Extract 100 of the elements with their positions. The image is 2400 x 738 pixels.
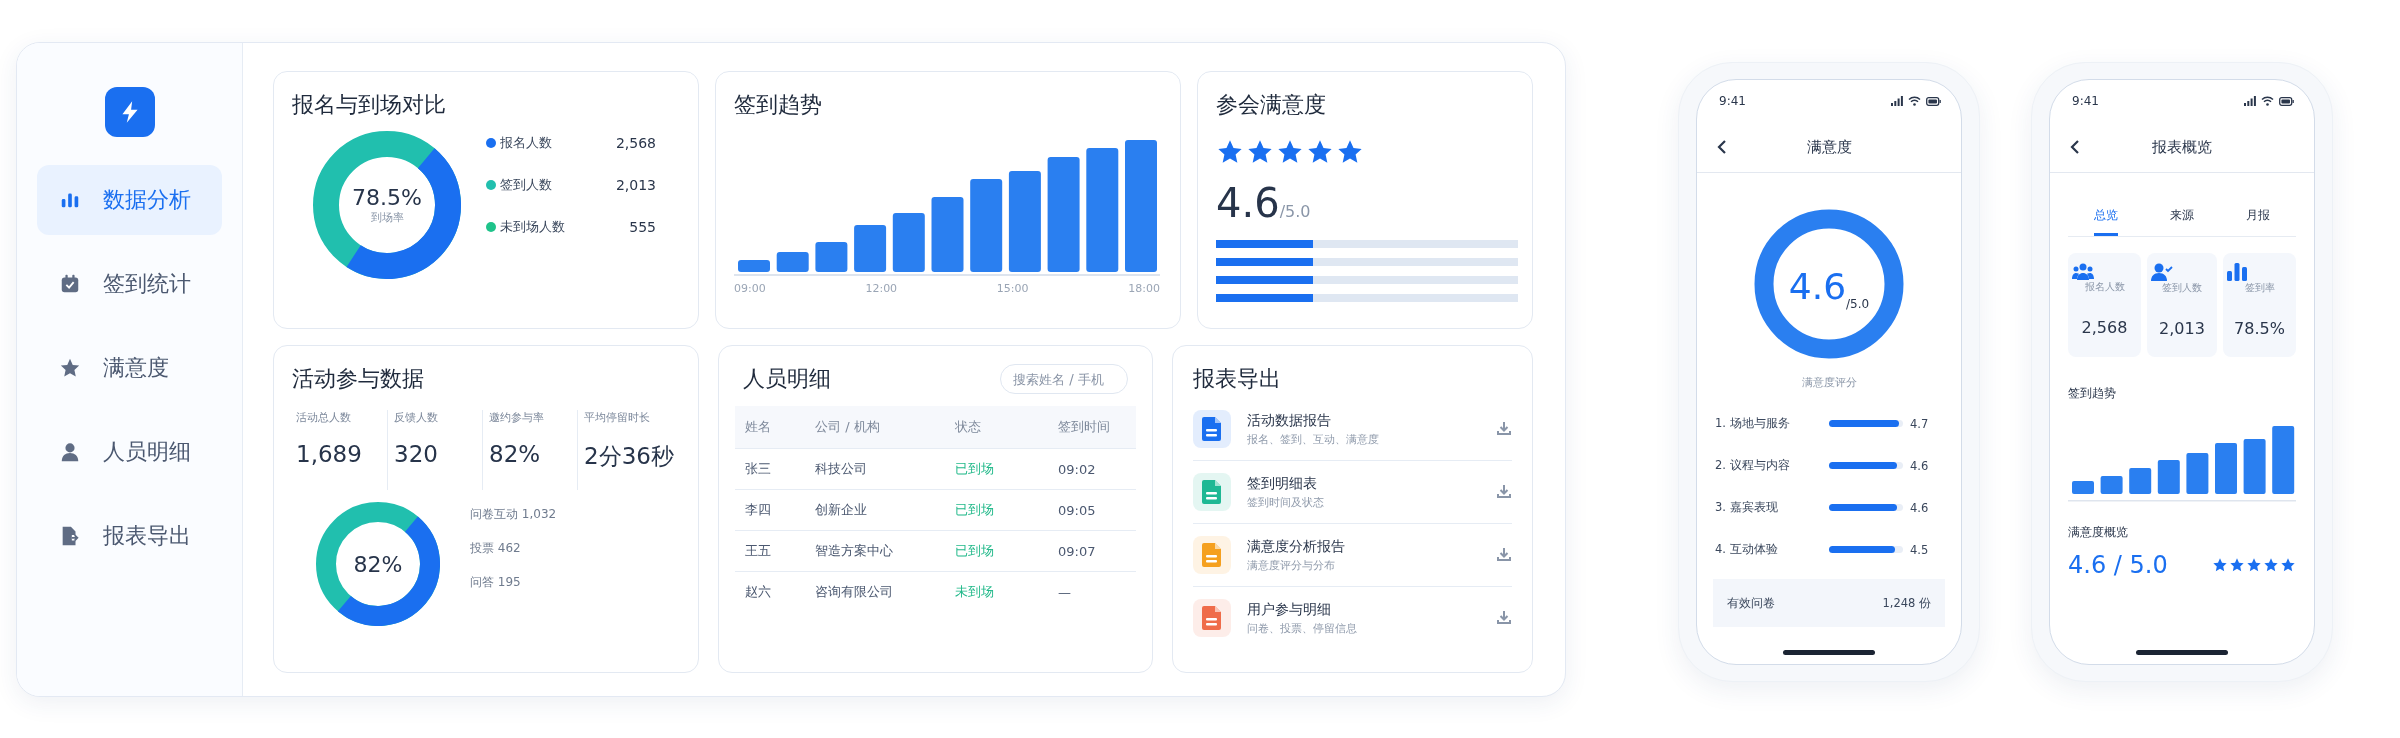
download-icon[interactable] (1496, 547, 1512, 563)
section-title: 签到趋势 (2068, 385, 2117, 402)
star-icon (2263, 557, 2279, 573)
sidebar-item[interactable]: 数据分析 (37, 165, 222, 235)
rating-value: 4.5 (1910, 542, 1929, 557)
axis-label: 15:00 (996, 282, 1029, 295)
download-icon[interactable] (1496, 610, 1512, 626)
tab[interactable]: 来源 (2144, 207, 2220, 236)
rating-label: 4. 互动体验 (1715, 542, 1779, 557)
table-cell: — (1048, 571, 1136, 612)
column-header: 签到时间 (1048, 406, 1136, 448)
card-title: 报表导出 (1193, 365, 1281, 393)
sidebar-item[interactable]: 签到统计 (37, 249, 222, 319)
table-cell: 科技公司 (805, 448, 945, 489)
people-icon (2072, 263, 2094, 280)
report-subtitle: 问卷、投票、停留信息 (1247, 621, 1358, 636)
sidebar-item[interactable]: 报表导出 (37, 501, 222, 571)
section-title: 满意度概览 (2068, 524, 2129, 541)
report-title: 用户参与明细 (1247, 600, 1332, 619)
legend-value: 2,013 (615, 177, 656, 193)
tab[interactable]: 总览 (2068, 207, 2144, 236)
card-title: 参会满意度 (1216, 91, 1326, 119)
status-text: 已到场 (945, 489, 1048, 530)
axis-label: 09:00 (734, 282, 766, 295)
table-cell: 09:07 (1048, 530, 1136, 571)
rating-value: 4.6 / 5.0 (2068, 551, 2168, 579)
score-value: 4.6 (1788, 265, 1847, 307)
sidebar-item[interactable]: 满意度 (37, 333, 222, 403)
card-title: 人员明细 (743, 365, 831, 393)
document-icon (1193, 536, 1231, 574)
rating-value: 4.6 (1910, 500, 1929, 515)
chart-bar (2072, 481, 2094, 494)
chart-bar (2100, 476, 2123, 494)
chart-bar (2157, 460, 2180, 494)
star-icon (2280, 557, 2296, 573)
legend-label: 投票 462 (470, 540, 522, 557)
chart-bar (738, 260, 770, 272)
wifi-icon (1908, 96, 1921, 106)
chart-bar (2129, 468, 2152, 494)
person-icon (59, 441, 81, 463)
star-icon (2229, 557, 2245, 573)
table-cell: 赵六 (735, 571, 805, 612)
chart-bar (2243, 439, 2266, 494)
back-icon[interactable] (1717, 139, 1727, 155)
status-time: 9:41 (1719, 94, 1746, 108)
status-time: 9:41 (2072, 94, 2099, 108)
star-icon (2246, 557, 2262, 573)
stat-label: 邀约参与率 (489, 410, 546, 425)
stat-label: 活动总人数 (296, 410, 352, 425)
sidebar-item[interactable]: 人员明细 (37, 417, 222, 487)
legend-label: 未到场人数 (500, 218, 566, 236)
stat-value: 78.5% (2233, 319, 2286, 338)
legend-label: 报名人数 (500, 134, 553, 152)
back-icon[interactable] (2070, 139, 2080, 155)
wifi-icon (2261, 96, 2274, 106)
table-cell: 张三 (735, 448, 805, 489)
signal-icon (2244, 96, 2256, 106)
table-cell: 李四 (735, 489, 805, 530)
chart-bar (892, 213, 925, 272)
rating-label: 1. 场地与服务 (1715, 416, 1791, 431)
search-field[interactable]: 搜索姓名 / 手机 (1000, 364, 1128, 394)
report-title: 满意度分析报告 (1247, 537, 1346, 556)
status-text: 已到场 (945, 448, 1048, 489)
table-cell: 09:02 (1048, 448, 1136, 489)
table-cell: 09:05 (1048, 489, 1136, 530)
legend-label: 问答 195 (470, 574, 522, 591)
stat-value: 1,689 (296, 441, 363, 467)
chart-bar (2215, 443, 2237, 494)
tab[interactable]: 月报 (2220, 207, 2296, 236)
legend-value: 2,568 (615, 135, 656, 151)
report-subtitle: 签到时间及状态 (1247, 495, 1325, 510)
rating-value: 4.6 (1910, 458, 1929, 473)
screen-title: 满意度 (1806, 137, 1852, 157)
column-header: 状态 (945, 406, 1048, 448)
stat-label: 平均停留时长 (584, 410, 652, 425)
stat-value: 82% (489, 441, 542, 467)
rating-label: 3. 嘉宾表现 (1715, 500, 1779, 515)
report-subtitle: 满意度评分与分布 (1247, 558, 1336, 573)
stat-value: 2分36秒 (584, 442, 674, 471)
calendar-check-icon (59, 273, 81, 295)
score-max: /5.0 (1846, 297, 1870, 311)
bar-chart-icon (2227, 263, 2247, 281)
rating-value: 4.7 (1910, 416, 1929, 431)
download-icon[interactable] (1496, 421, 1512, 437)
score-max: /5.0 (1279, 202, 1311, 221)
stat-label: 签到人数 (2161, 281, 2203, 295)
screen-title: 报表概览 (2152, 137, 2212, 157)
download-icon[interactable] (1496, 484, 1512, 500)
summary-label: 有效问卷 (1727, 595, 1775, 611)
card-title: 活动参与数据 (292, 365, 424, 393)
stat-label: 签到率 (2243, 281, 2276, 295)
legend-value: 555 (628, 219, 656, 235)
star-icon (2212, 557, 2228, 573)
donut-value: 82% (353, 551, 403, 577)
rating-label: 2. 议程与内容 (1715, 458, 1791, 473)
chart-bar (2272, 426, 2295, 494)
document-icon (1193, 410, 1231, 448)
legend-label: 签到人数 (500, 176, 553, 194)
signal-icon (1891, 96, 1903, 106)
table-cell: 智造方案中心 (805, 530, 945, 571)
